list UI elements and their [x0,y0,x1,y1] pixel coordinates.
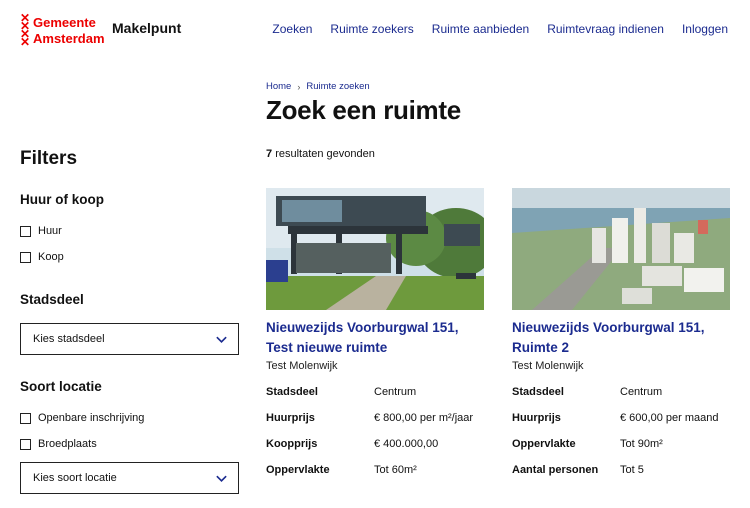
card-subtitle: Test Molenwijk [266,360,338,372]
nav-ruimte-aanbieden[interactable]: Ruimte aanbieden [432,22,529,36]
nav-zoeken[interactable]: Zoeken [272,22,312,36]
breadcrumb: Home › Ruimte zoeken [266,81,370,92]
logo-line-2: Amsterdam [33,30,105,46]
checkbox-box[interactable] [20,412,31,424]
filter-heading-stadsdeel: Stadsdeel [20,292,84,307]
property-key: Oppervlakte [266,464,330,476]
property-row: Oppervlakte Tot 60m² [266,462,484,479]
property-key: Oppervlakte [512,438,576,450]
nav-inloggen[interactable]: Inloggen [682,22,728,36]
property-value: Tot 90m² [620,438,663,450]
soort-locatie-select[interactable]: Kies soort locatie [20,462,239,494]
property-key: Huurprijs [266,412,315,424]
property-photo[interactable] [266,188,484,310]
breadcrumb-separator-icon: › [297,81,301,92]
chevron-down-icon [216,336,227,343]
result-count-label: resultaten gevonden [275,148,375,160]
property-value: € 600,00 per maand [620,412,719,424]
property-row: Stadsdeel Centrum [266,384,484,401]
app-name: Makelpunt [112,20,182,36]
property-key: Huurprijs [512,412,561,424]
card-subtitle: Test Molenwijk [512,360,584,372]
checkbox-box[interactable] [20,251,31,263]
property-list: Stadsdeel Centrum Huurprijs € 600,00 per m… [512,384,730,479]
property-key: Stadsdeel [266,386,318,398]
checkbox-label-openbare-inschrijving: Openbare inschrijving [38,412,145,424]
gemeente-amsterdam-logo[interactable]: ✕ ✕ Gemeente ✕ ✕ Amsterdam [20,12,105,49]
result-count-number: 7 [266,148,273,160]
property-key: Koopprijs [266,438,318,450]
property-row: Huurprijs € 800,00 per m²/jaar [266,410,484,427]
checkbox-label-huur: Huur [38,225,62,237]
filter-heading-soort-locatie: Soort locatie [20,379,102,394]
property-photo[interactable] [512,188,730,310]
property-row: Stadsdeel Centrum [512,384,730,401]
property-row: Aantal personen Tot 5 [512,462,730,479]
nav-ruimtevraag-indienen[interactable]: Ruimtevraag indienen [547,22,664,36]
breadcrumb-current[interactable]: Ruimte zoeken [306,81,369,92]
property-list: Stadsdeel Centrum Huurprijs € 800,00 per m… [266,384,484,479]
result-card[interactable]: Nieuwezijds Voorburgwal 151, Ruimte 2 Te… [512,188,730,488]
property-value: Centrum [620,386,663,398]
property-row: Koopprijs € 400.000,00 [266,436,484,453]
checkbox-koop[interactable]: Koop [20,251,64,263]
checkbox-huur[interactable]: Huur [20,225,62,237]
checkbox-box[interactable] [20,225,31,237]
result-card[interactable]: Nieuwezijds Voorburgwal 151, Test nieuwe… [266,188,484,488]
property-value: € 400.000,00 [374,438,439,450]
property-key: Stadsdeel [512,386,564,398]
stadsdeel-select[interactable]: Kies stadsdeel [20,323,239,355]
stadsdeel-select-value: Kies stadsdeel [33,333,105,345]
card-title[interactable]: Nieuwezijds Voorburgwal 151, Test nieuwe… [266,318,484,358]
checkbox-broedplaats[interactable]: Broedplaats [20,438,97,450]
property-value: Tot 5 [620,464,644,476]
property-key: Aantal personen [512,464,599,476]
property-value: € 800,00 per m²/jaar [374,412,474,424]
property-row: Oppervlakte Tot 90m² [512,436,730,453]
card-title[interactable]: Nieuwezijds Voorburgwal 151, Ruimte 2 [512,318,730,358]
property-value: Tot 60m² [374,464,417,476]
checkbox-label-broedplaats: Broedplaats [38,438,97,450]
property-value: Centrum [374,386,417,398]
nav-ruimte-zoekers[interactable]: Ruimte zoekers [330,22,413,36]
main-navigation: Zoeken Ruimte zoekers Ruimte aanbieden R… [272,22,750,36]
result-count: 7 resultaten gevonden [266,148,375,160]
checkbox-label-koop: Koop [38,251,64,263]
checkbox-openbare-inschrijving[interactable]: Openbare inschrijving [20,412,144,424]
checkbox-box[interactable] [20,438,31,450]
logo-line-1: Gemeente [33,14,96,30]
property-row: Huurprijs € 600,00 per maand [512,410,730,427]
page-title: Zoek een ruimte [266,95,461,125]
soort-locatie-select-value: Kies soort locatie [33,472,117,484]
chevron-down-icon [216,475,227,482]
breadcrumb-home[interactable]: Home [266,81,291,92]
andreas-cross-icon: ✕ ✕ [20,27,31,49]
filter-heading-huur-koop: Huur of koop [20,192,104,207]
filters-title: Filters [20,148,78,169]
